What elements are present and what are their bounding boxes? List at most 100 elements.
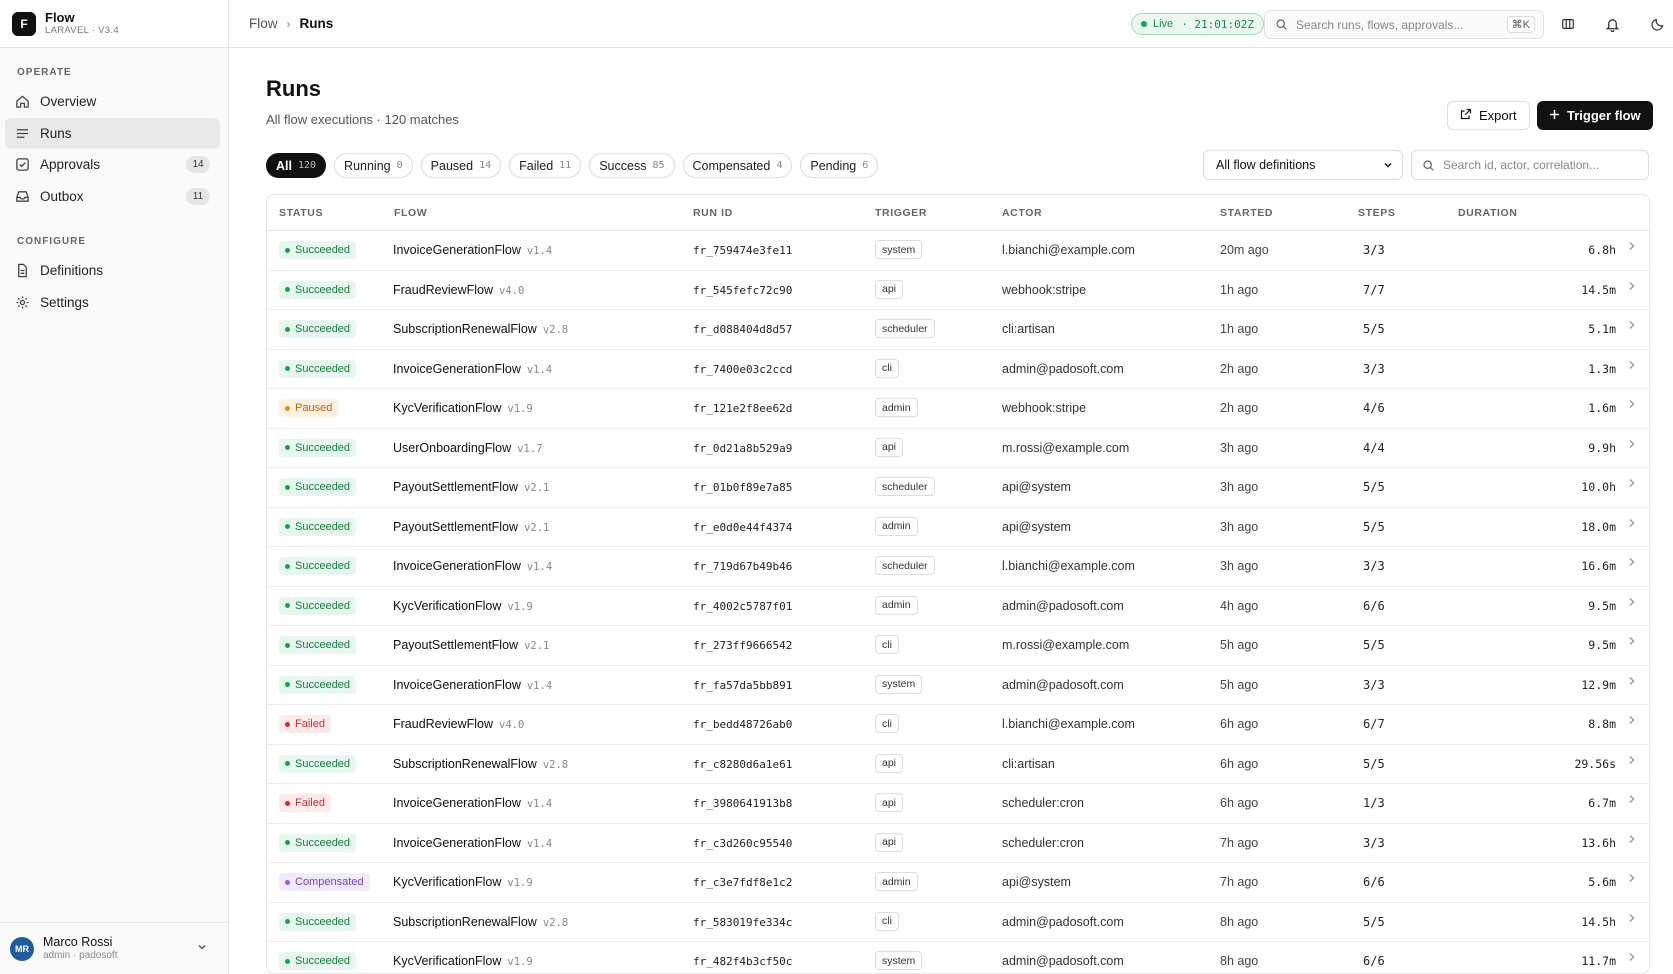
- table-row[interactable]: Paused KycVerificationFlow v1.9 fr_121e2f8e…: [267, 389, 1649, 429]
- table-row[interactable]: Failed InvoiceGenerationFlow v1.4 fr_398064…: [267, 784, 1649, 824]
- chevron-right-icon[interactable]: [1627, 477, 1637, 492]
- flow-cell[interactable]: SubscriptionRenewalFlow v2.8: [393, 915, 568, 929]
- chevron-right-icon[interactable]: [1627, 951, 1637, 966]
- run-id[interactable]: fr_e0d0e44f4374: [693, 521, 792, 534]
- table-row[interactable]: Succeeded InvoiceGenerationFlow v1.4 fr_c3d…: [267, 824, 1649, 863]
- run-id[interactable]: fr_583019fe334c: [693, 916, 792, 929]
- filter-chip-running[interactable]: Running 0: [334, 153, 413, 178]
- chevron-right-icon[interactable]: [1627, 635, 1637, 650]
- flow-cell[interactable]: InvoiceGenerationFlow v1.4: [393, 796, 552, 810]
- run-id[interactable]: fr_0d21a8b529a9: [693, 442, 792, 455]
- table-row[interactable]: Succeeded PayoutSettlementFlow v2.1 fr_273f…: [267, 626, 1649, 666]
- run-id[interactable]: fr_c3d260c95540: [693, 837, 792, 850]
- flow-cell[interactable]: InvoiceGenerationFlow v1.4: [393, 678, 552, 692]
- col-duration[interactable]: DURATION: [1458, 207, 1517, 219]
- flow-cell[interactable]: FraudReviewFlow v4.0: [393, 283, 524, 297]
- chevron-right-icon[interactable]: [1627, 398, 1637, 413]
- sidebar-item-runs[interactable]: Runs: [5, 118, 220, 149]
- flow-cell[interactable]: KycVerificationFlow v1.9: [393, 875, 533, 889]
- table-row[interactable]: Succeeded SubscriptionRenewalFlow v2.8 fr_d…: [267, 310, 1649, 350]
- sidebar-item-outbox[interactable]: Outbox 11: [5, 181, 220, 212]
- flow-definition-select[interactable]: All flow definitions: [1203, 150, 1403, 180]
- run-id[interactable]: fr_273ff9666542: [693, 639, 792, 652]
- table-row[interactable]: Succeeded SubscriptionRenewalFlow v2.8 fr_5…: [267, 903, 1649, 942]
- run-id[interactable]: fr_3980641913b8: [693, 797, 792, 810]
- export-button[interactable]: Export: [1447, 101, 1530, 130]
- chevron-right-icon[interactable]: [1627, 754, 1637, 769]
- brand[interactable]: F Flow LARAVEL · V3.4: [0, 0, 228, 48]
- flow-cell[interactable]: KycVerificationFlow v1.9: [393, 954, 533, 968]
- table-row[interactable]: Succeeded InvoiceGenerationFlow v1.4 fr_fa5…: [267, 666, 1649, 705]
- table-row[interactable]: Succeeded KycVerificationFlow v1.9 fr_482f4…: [267, 942, 1649, 973]
- chevron-right-icon[interactable]: [1627, 596, 1637, 611]
- run-id[interactable]: fr_719d67b49b46: [693, 560, 792, 573]
- filter-chip-paused[interactable]: Paused 14: [420, 153, 502, 178]
- flow-cell[interactable]: UserOnboardingFlow v1.7: [393, 441, 542, 455]
- chevron-right-icon[interactable]: [1627, 793, 1637, 808]
- flow-cell[interactable]: PayoutSettlementFlow v2.1: [393, 480, 549, 494]
- run-id[interactable]: fr_c3e7fdf8e1c2: [693, 876, 792, 889]
- chevron-right-icon[interactable]: [1627, 517, 1637, 532]
- col-run-id[interactable]: RUN ID: [693, 207, 733, 219]
- flow-cell[interactable]: PayoutSettlementFlow v2.1: [393, 520, 549, 534]
- chevron-right-icon[interactable]: [1627, 872, 1637, 887]
- moon-icon[interactable]: [1649, 15, 1667, 33]
- run-id[interactable]: fr_fa57da5bb891: [693, 679, 792, 692]
- chevron-right-icon[interactable]: [1627, 556, 1637, 571]
- user-menu[interactable]: MR Marco Rossi admin · padosoft: [0, 922, 228, 974]
- table-row[interactable]: Succeeded PayoutSettlementFlow v2.1 fr_e0d0…: [267, 508, 1649, 547]
- chevron-right-icon[interactable]: [1627, 319, 1637, 334]
- chevron-right-icon[interactable]: [1627, 714, 1637, 729]
- table-row[interactable]: Succeeded FraudReviewFlow v4.0 fr_545fefc72…: [267, 271, 1649, 310]
- table-row[interactable]: Compensated KycVerificationFlow v1.9 fr_c3e…: [267, 863, 1649, 903]
- filter-chip-compensated[interactable]: Compensated 4: [682, 153, 793, 178]
- bell-icon[interactable]: [1603, 15, 1621, 33]
- run-search-input[interactable]: Search id, actor, correlation...: [1411, 150, 1649, 180]
- flow-cell[interactable]: KycVerificationFlow v1.9: [393, 599, 533, 613]
- col-trigger[interactable]: TRIGGER: [875, 207, 927, 219]
- flow-cell[interactable]: FraudReviewFlow v4.0: [393, 717, 524, 731]
- col-flow[interactable]: FLOW: [394, 207, 427, 219]
- sidebar-item-approvals[interactable]: Approvals 14: [5, 149, 220, 180]
- table-row[interactable]: Succeeded InvoiceGenerationFlow v1.4 fr_759…: [267, 231, 1649, 271]
- flow-cell[interactable]: SubscriptionRenewalFlow v2.8: [393, 322, 568, 336]
- chevron-right-icon[interactable]: [1627, 240, 1637, 255]
- trigger-flow-button[interactable]: Trigger flow: [1537, 101, 1653, 130]
- flow-cell[interactable]: PayoutSettlementFlow v2.1: [393, 638, 549, 652]
- columns-icon[interactable]: [1559, 15, 1577, 33]
- table-row[interactable]: Succeeded PayoutSettlementFlow v2.1 fr_01b0…: [267, 468, 1649, 508]
- table-row[interactable]: Succeeded InvoiceGenerationFlow v1.4 fr_740…: [267, 350, 1649, 389]
- table-row[interactable]: Succeeded SubscriptionRenewalFlow v2.8 fr_c…: [267, 745, 1649, 784]
- flow-cell[interactable]: InvoiceGenerationFlow v1.4: [393, 243, 552, 257]
- col-steps[interactable]: STEPS: [1358, 207, 1395, 219]
- chevron-right-icon[interactable]: [1627, 833, 1637, 848]
- flow-cell[interactable]: InvoiceGenerationFlow v1.4: [393, 836, 552, 850]
- flow-cell[interactable]: InvoiceGenerationFlow v1.4: [393, 362, 552, 376]
- filter-chip-success[interactable]: Success 85: [589, 153, 675, 178]
- breadcrumb-root[interactable]: Flow: [249, 16, 278, 31]
- table-row[interactable]: Failed FraudReviewFlow v4.0 fr_bedd48726ab0…: [267, 705, 1649, 745]
- flow-cell[interactable]: KycVerificationFlow v1.9: [393, 401, 533, 415]
- run-id[interactable]: fr_01b0f89e7a85: [693, 481, 792, 494]
- run-id[interactable]: fr_d088404d8d57: [693, 323, 792, 336]
- run-id[interactable]: fr_482f4b3cf50c: [693, 955, 792, 968]
- col-started[interactable]: STARTED: [1220, 207, 1273, 219]
- table-row[interactable]: Succeeded UserOnboardingFlow v1.7 fr_0d21a8…: [267, 429, 1649, 468]
- filter-chip-pending[interactable]: Pending 6: [800, 153, 879, 178]
- table-row[interactable]: Succeeded InvoiceGenerationFlow v1.4 fr_719…: [267, 547, 1649, 587]
- sidebar-item-definitions[interactable]: Definitions: [5, 255, 220, 286]
- sidebar-item-overview[interactable]: Overview: [5, 86, 220, 117]
- col-status[interactable]: STATUS: [279, 207, 323, 219]
- sidebar-item-settings[interactable]: Settings: [5, 287, 220, 318]
- chevron-right-icon[interactable]: [1627, 675, 1637, 690]
- run-id[interactable]: fr_759474e3fe11: [693, 244, 792, 257]
- filter-chip-failed[interactable]: Failed 11: [509, 153, 582, 178]
- flow-cell[interactable]: SubscriptionRenewalFlow v2.8: [393, 757, 568, 771]
- chevron-right-icon[interactable]: [1627, 280, 1637, 295]
- run-id[interactable]: fr_545fefc72c90: [693, 284, 792, 297]
- run-id[interactable]: fr_4002c5787f01: [693, 600, 792, 613]
- run-id[interactable]: fr_7400e03c2ccd: [693, 363, 792, 376]
- run-id[interactable]: fr_bedd48726ab0: [693, 718, 792, 731]
- filter-chip-all[interactable]: All 120: [266, 153, 327, 178]
- run-id[interactable]: fr_c8280d6a1e61: [693, 758, 792, 771]
